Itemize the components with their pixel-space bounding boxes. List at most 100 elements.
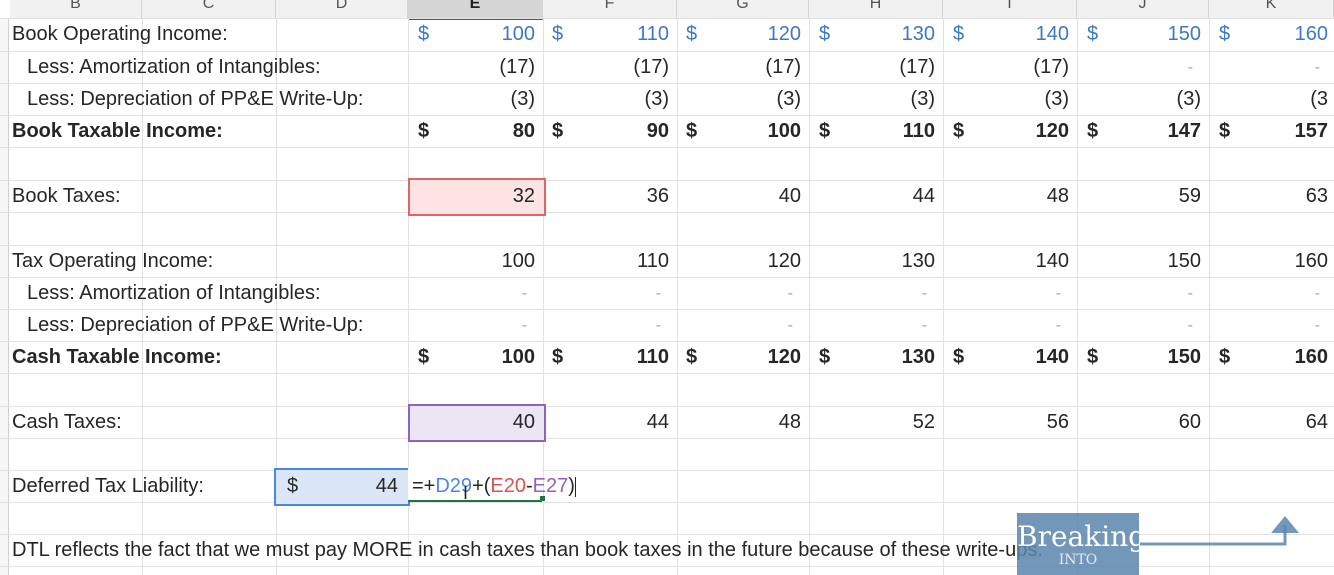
- currency-symbol: $: [1087, 346, 1099, 368]
- column-header-G[interactable]: G: [677, 0, 809, 19]
- row-label-book-operating-income[interactable]: Book Operating Income:: [12, 19, 228, 50]
- cell-less-amort-2-I[interactable]: -: [951, 278, 1061, 309]
- cell-tax-operating-income-I[interactable]: 140: [959, 246, 1069, 277]
- formula-minus: -: [526, 475, 533, 497]
- column-header-F[interactable]: F: [543, 0, 677, 19]
- row-gridline: [0, 147, 1334, 148]
- cell-less-amort-1-I[interactable]: (17): [959, 52, 1069, 83]
- currency-symbol: $: [418, 346, 430, 368]
- row-label-less-amort-1[interactable]: Less: Amortization of Intangibles:: [27, 52, 321, 83]
- currency-symbol: $: [1219, 120, 1231, 142]
- cell-tax-operating-income-K[interactable]: 160: [1218, 246, 1328, 277]
- cell-less-amort-1-G[interactable]: (17): [691, 52, 801, 83]
- cell-cash-taxes-J[interactable]: 60: [1091, 407, 1201, 438]
- row-label-less-amort-2[interactable]: Less: Amortization of Intangibles:: [27, 278, 321, 309]
- currency-symbol: $: [686, 120, 698, 142]
- cell-tax-operating-income-E[interactable]: 100: [425, 246, 535, 277]
- cell-less-amort-2-K[interactable]: -: [1210, 278, 1320, 309]
- cell-cash-taxes-G[interactable]: 48: [691, 407, 801, 438]
- cell-tax-operating-income-H[interactable]: 130: [825, 246, 935, 277]
- cell-less-dep-2-E[interactable]: -: [417, 310, 527, 341]
- currency-symbol: $: [552, 23, 564, 45]
- currency-symbol: $: [819, 23, 831, 45]
- currency-symbol: $: [552, 120, 564, 142]
- cell-less-amort-2-J[interactable]: -: [1083, 278, 1193, 309]
- cell-cash-taxes-K[interactable]: 64: [1218, 407, 1328, 438]
- cell-cash-taxes-H[interactable]: 52: [825, 407, 935, 438]
- mouse-ibeam-cursor-icon: Ι: [463, 483, 469, 503]
- column-gridline: [677, 18, 678, 575]
- cell-less-amort-1-F[interactable]: (17): [559, 52, 669, 83]
- formula-ref-e20: E20: [490, 475, 526, 497]
- cell-less-dep-2-I[interactable]: -: [951, 310, 1061, 341]
- formula-mid: +(: [472, 475, 491, 497]
- row-label-tax-operating-income[interactable]: Tax Operating Income:: [12, 246, 213, 277]
- cell-less-amort-1-H[interactable]: (17): [825, 52, 935, 83]
- column-header-K[interactable]: K: [1209, 0, 1334, 19]
- row-label-less-dep-1[interactable]: Less: Depreciation of PP&E Write-Up:: [27, 84, 363, 115]
- formula-in-cell[interactable]: =+D29+(E20-E27): [412, 471, 582, 502]
- cell-book-taxes-K[interactable]: 63: [1218, 181, 1328, 212]
- arrow-up-icon: [1140, 516, 1299, 546]
- formula-ref-e27: E27: [532, 475, 569, 497]
- text-cursor: [574, 476, 576, 497]
- cell-tax-operating-income-J[interactable]: 150: [1091, 246, 1201, 277]
- row-gridline: [0, 212, 1334, 213]
- cell-less-amort-1-K[interactable]: -: [1210, 52, 1320, 83]
- row-label-cash-taxable-income[interactable]: Cash Taxable Income:: [12, 342, 222, 373]
- cell-less-dep-1-F[interactable]: (3): [559, 84, 669, 115]
- cell-less-dep-1-I[interactable]: (3): [959, 84, 1069, 115]
- column-header-I[interactable]: I: [943, 0, 1077, 19]
- column-gridline: [809, 18, 810, 575]
- formula-close: ): [568, 475, 575, 497]
- column-header-E[interactable]: E: [408, 0, 543, 20]
- cell-less-dep-2-K[interactable]: -: [1210, 310, 1320, 341]
- dtl-d-currency[interactable]: $: [287, 471, 307, 502]
- cell-cash-taxes-F[interactable]: 44: [559, 407, 669, 438]
- column-header-B[interactable]: B: [10, 0, 142, 19]
- cell-tax-operating-income-F[interactable]: 110: [559, 246, 669, 277]
- cell-less-amort-2-H[interactable]: -: [817, 278, 927, 309]
- cell-book-taxes-G[interactable]: 40: [691, 181, 801, 212]
- dtl-d-value[interactable]: 44: [320, 471, 398, 502]
- cell-cash-taxes-E[interactable]: 40: [425, 407, 535, 438]
- row-label-book-taxable-income[interactable]: Book Taxable Income:: [12, 116, 223, 147]
- cell-less-amort-1-J[interactable]: -: [1083, 52, 1193, 83]
- cell-less-amort-2-F[interactable]: -: [551, 278, 661, 309]
- currency-symbol: $: [1219, 23, 1231, 45]
- row-label-book-taxes[interactable]: Book Taxes:: [12, 181, 121, 212]
- cell-less-dep-2-H[interactable]: -: [817, 310, 927, 341]
- row-header-edge: [0, 18, 9, 575]
- cell-less-dep-2-J[interactable]: -: [1083, 310, 1193, 341]
- column-gridline: [943, 18, 944, 575]
- cell-less-dep-2-F[interactable]: -: [551, 310, 661, 341]
- cell-less-amort-2-G[interactable]: -: [683, 278, 793, 309]
- cell-less-dep-1-K[interactable]: (3: [1218, 84, 1328, 115]
- cell-less-amort-1-E[interactable]: (17): [425, 52, 535, 83]
- cell-less-dep-2-G[interactable]: -: [683, 310, 793, 341]
- cell-less-dep-1-J[interactable]: (3): [1091, 84, 1201, 115]
- cell-less-dep-1-H[interactable]: (3): [825, 84, 935, 115]
- row-label-cash-taxes[interactable]: Cash Taxes:: [12, 407, 122, 438]
- cell-less-dep-1-E[interactable]: (3): [425, 84, 535, 115]
- cell-less-dep-1-G[interactable]: (3): [691, 84, 801, 115]
- column-header-D[interactable]: D: [276, 0, 408, 19]
- cell-book-taxes-E[interactable]: 32: [425, 181, 535, 212]
- logo-text: Breaking: [1017, 520, 1139, 553]
- column-header-J[interactable]: J: [1077, 0, 1209, 19]
- cell-less-amort-2-E[interactable]: -: [417, 278, 527, 309]
- currency-symbol: $: [418, 23, 430, 45]
- cell-tax-operating-income-G[interactable]: 120: [691, 246, 801, 277]
- cell-book-taxes-H[interactable]: 44: [825, 181, 935, 212]
- cell-book-taxes-I[interactable]: 48: [959, 181, 1069, 212]
- row-label-less-dep-2[interactable]: Less: Depreciation of PP&E Write-Up:: [27, 310, 363, 341]
- formula-prefix: =+: [412, 475, 436, 497]
- row-label-deferred-tax[interactable]: Deferred Tax Liability:: [12, 471, 204, 502]
- cell-book-taxes-F[interactable]: 36: [559, 181, 669, 212]
- column-header-H[interactable]: H: [809, 0, 943, 19]
- breaking-into-logo: Breaking INTO: [1017, 513, 1139, 575]
- cell-book-taxes-J[interactable]: 59: [1091, 181, 1201, 212]
- currency-symbol: $: [1087, 120, 1099, 142]
- column-header-C[interactable]: C: [142, 0, 276, 19]
- cell-cash-taxes-I[interactable]: 56: [959, 407, 1069, 438]
